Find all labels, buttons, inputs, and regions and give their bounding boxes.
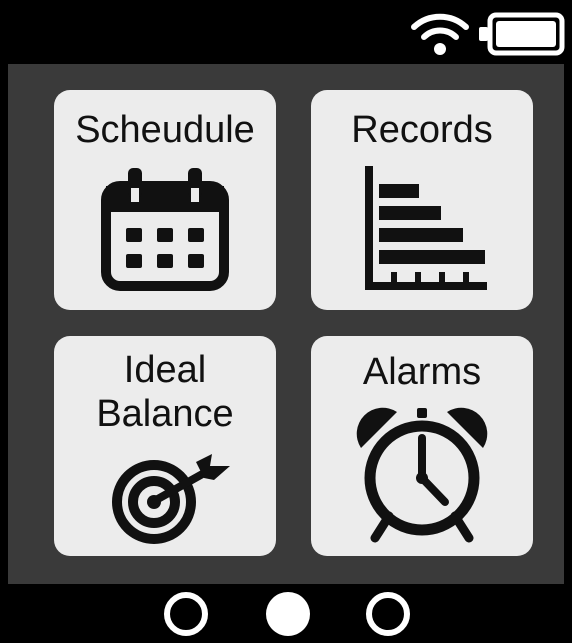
ideal-balance-label: Ideal Balance bbox=[96, 349, 234, 435]
status-bar bbox=[0, 0, 572, 64]
calendar-icon bbox=[101, 168, 229, 291]
menu-grid: Scheudule Records Ideal Balance Alarms bbox=[8, 64, 564, 584]
device-screen: Scheudule Records Ideal Balance Alarms bbox=[0, 0, 572, 643]
page-dot-2-active[interactable] bbox=[266, 592, 310, 636]
schedule-label: Scheudule bbox=[75, 109, 255, 151]
alarms-tile[interactable]: Alarms bbox=[311, 336, 533, 556]
alarms-label: Alarms bbox=[362, 351, 482, 393]
battery-icon bbox=[479, 12, 565, 56]
page-dot-3[interactable] bbox=[366, 592, 410, 636]
page-indicator bbox=[0, 584, 572, 643]
records-label: Records bbox=[351, 109, 493, 151]
target-icon bbox=[112, 454, 230, 544]
bar-chart-icon bbox=[365, 166, 487, 290]
ideal-balance-tile[interactable]: Ideal Balance bbox=[54, 336, 276, 556]
page-dot-1[interactable] bbox=[164, 592, 208, 636]
alarm-clock-icon bbox=[356, 407, 488, 543]
schedule-tile[interactable]: Scheudule bbox=[54, 90, 276, 310]
records-tile[interactable]: Records bbox=[311, 90, 533, 310]
wifi-icon bbox=[411, 13, 469, 55]
